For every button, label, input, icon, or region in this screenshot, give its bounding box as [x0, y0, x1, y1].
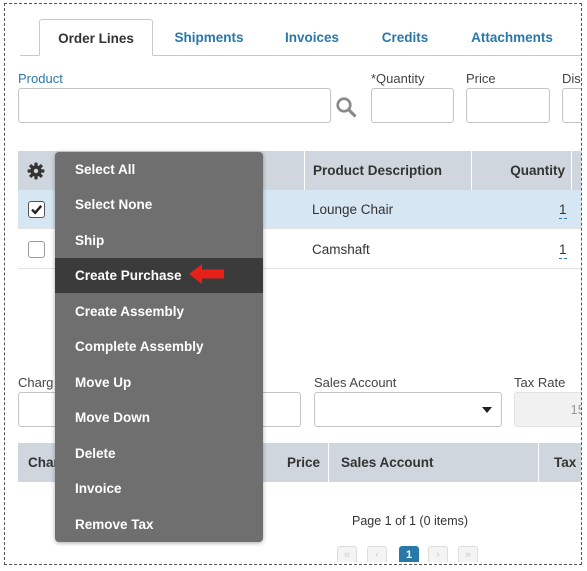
row-quantity[interactable]: 1: [559, 202, 567, 219]
search-icon[interactable]: [335, 96, 357, 118]
tab-attachments[interactable]: Attachments: [463, 19, 561, 56]
product-input[interactable]: [18, 88, 331, 123]
first-page-button[interactable]: «: [337, 546, 357, 562]
tab-shipments[interactable]: Shipments: [165, 19, 253, 56]
header-separator: [538, 443, 539, 482]
row-checkbox-checked[interactable]: [28, 201, 45, 218]
quantity-label: *Quantity: [371, 71, 425, 86]
sales-account-label: Sales Account: [314, 375, 397, 390]
tab-order-lines[interactable]: Order Lines: [39, 19, 153, 56]
row-description: Camshaft: [312, 242, 370, 257]
header-separator: [328, 443, 329, 482]
chevron-down-icon: [482, 407, 492, 413]
menu-item-create-assembly[interactable]: Create Assembly: [55, 294, 263, 329]
menu-item-ship[interactable]: Ship: [55, 223, 263, 258]
menu-item-complete-assembly[interactable]: Complete Assembly: [55, 329, 263, 364]
tax-rate-input: 15: [514, 392, 581, 427]
col-price[interactable]: Price: [258, 443, 320, 482]
product-label: Product: [18, 71, 63, 86]
header-separator: [304, 151, 305, 190]
prev-page-button[interactable]: ‹: [367, 546, 387, 562]
menu-item-create-purchase[interactable]: Create Purchase: [55, 258, 263, 293]
menu-item-move-up[interactable]: Move Up: [55, 365, 263, 400]
tab-invoices[interactable]: Invoices: [277, 19, 347, 56]
header-separator: [571, 151, 572, 190]
menu-item-remove-tax[interactable]: Remove Tax: [55, 507, 263, 542]
actions-context-menu: Select All Select None Ship Create Purch…: [55, 152, 263, 542]
last-page-button[interactable]: »: [458, 546, 478, 562]
menu-item-invoice[interactable]: Invoice: [55, 471, 263, 506]
header-separator: [471, 151, 472, 190]
menu-item-select-all[interactable]: Select All: [55, 152, 263, 187]
discount-input[interactable]: [562, 88, 581, 123]
col-product-description[interactable]: Product Description: [313, 151, 442, 190]
col-sales-account[interactable]: Sales Account: [341, 443, 434, 482]
discount-label: Dis: [562, 71, 581, 86]
tax-rate-label: Tax Rate: [514, 375, 566, 390]
gear-icon[interactable]: [27, 162, 45, 180]
col-quantity[interactable]: Quantity: [478, 151, 565, 190]
tab-credits[interactable]: Credits: [373, 19, 437, 56]
pager-info: Page 1 of 1 (0 items): [352, 514, 469, 528]
app-frame: Order Lines Shipments Invoices Credits A…: [4, 3, 582, 565]
menu-item-select-none[interactable]: Select None: [55, 187, 263, 222]
menu-item-delete[interactable]: Delete: [55, 436, 263, 471]
charge-label: Charg: [18, 375, 54, 390]
red-arrow-annotation-icon: [189, 263, 225, 285]
row-quantity[interactable]: 1: [559, 242, 567, 259]
quantity-input[interactable]: [371, 88, 454, 123]
current-page-button[interactable]: 1: [399, 546, 419, 562]
price-label: Price: [466, 71, 496, 86]
col-tax[interactable]: Tax: [554, 443, 576, 482]
menu-item-move-down[interactable]: Move Down: [55, 400, 263, 435]
row-checkbox[interactable]: [28, 241, 45, 258]
sales-account-select[interactable]: [314, 392, 502, 427]
price-input[interactable]: [466, 88, 550, 123]
row-description: Lounge Chair: [312, 202, 394, 217]
next-page-button[interactable]: ›: [428, 546, 448, 562]
